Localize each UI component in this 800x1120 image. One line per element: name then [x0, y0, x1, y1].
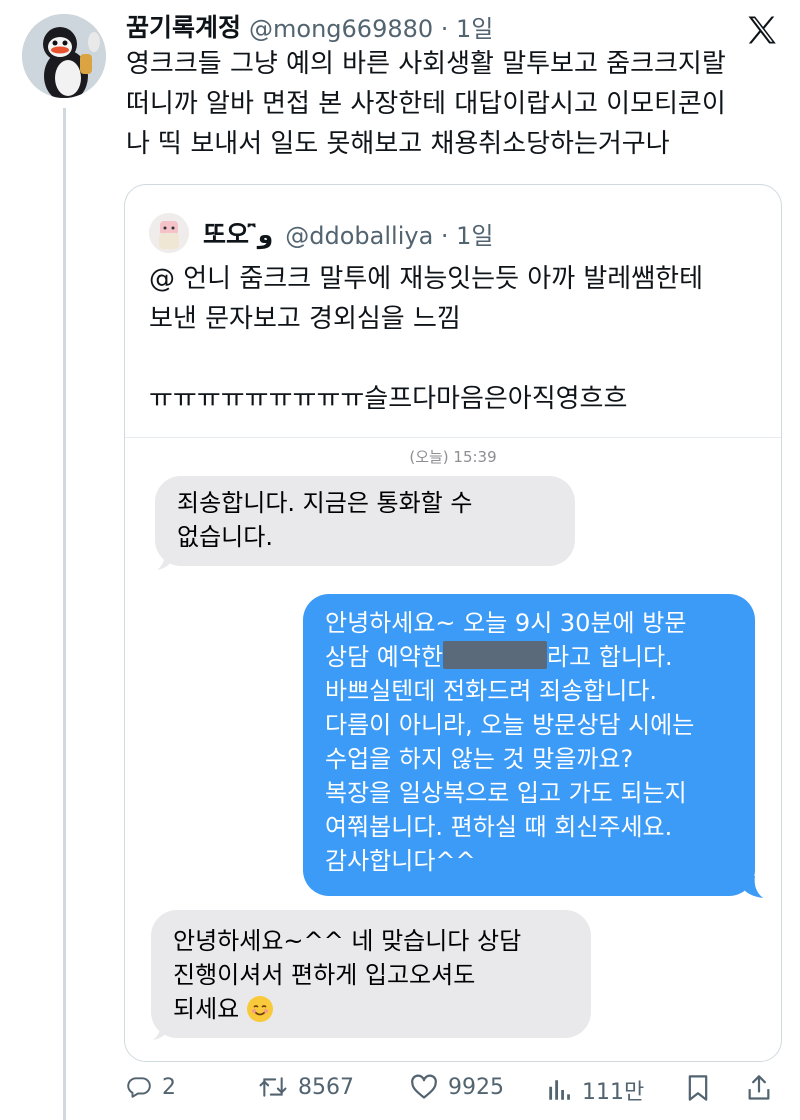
message-screenshot-image[interactable]: (오늘) 15:39 죄송합니다. 지금은 통화할 수 없습니다. 안녕하세요~… — [125, 437, 781, 1061]
retweet-button[interactable]: 8567 — [258, 1074, 354, 1100]
bookmark-icon — [688, 1075, 708, 1101]
received-message-2: 안녕하세요~^^ 네 맞습니다 상담 진행이셔서 편하게 입고오셔도 되세요 — [151, 910, 591, 1038]
quoted-author-avatar[interactable] — [149, 213, 189, 253]
x-logo-icon[interactable] — [744, 12, 780, 48]
message-timestamp: (오늘) 15:39 — [409, 448, 497, 466]
smiling-face-emoji — [246, 996, 273, 1022]
received-message-1: 죄송합니다. 지금은 통화할 수 없습니다. — [155, 476, 575, 566]
received-message-2-text: 안녕하세요~^^ 네 맞습니다 상담 진행이셔서 편하게 입고오셔도 되세요 — [173, 927, 522, 1023]
author-avatar[interactable] — [22, 14, 106, 98]
views-count: 111만 — [582, 1080, 645, 1105]
views-icon — [549, 1080, 570, 1100]
quoted-handle-time[interactable]: @ddoballiya · 1일 — [285, 216, 493, 251]
sent-message: 안녕하세요~ 오늘 9시 30분에 방문 상담 예약한 라고 합니다. 바쁘실텐데… — [303, 594, 755, 896]
like-button[interactable]: 9925 — [410, 1074, 504, 1100]
share-button[interactable] — [746, 1074, 782, 1102]
like-count: 9925 — [448, 1074, 504, 1100]
sent-message-rest: 바쁘실텐데 전화드려 죄송합니다. 다름이 아니라, 오늘 방문상담 시에는 수… — [325, 677, 695, 875]
quoted-display-name[interactable]: 또오 ̑̈و — [203, 215, 273, 251]
reply-count: 2 — [162, 1074, 176, 1100]
tweet-header: 꿈기록계정 @mong669880 · 1일 — [126, 8, 493, 44]
author-handle-time[interactable]: @mong669880 · 1일 — [249, 9, 493, 44]
like-icon — [411, 1074, 437, 1099]
penguin-avatar-image — [22, 14, 106, 98]
sent-message-line-2-start: 상담 예약한 — [325, 643, 444, 671]
retweet-count: 8567 — [298, 1074, 354, 1100]
redacted-name-block — [443, 641, 548, 669]
sent-message-line-1: 안녕하세요~ 오늘 9시 30분에 방문 — [325, 609, 687, 637]
reply-icon — [127, 1077, 151, 1098]
tweet-action-bar: 2 8567 9925 111만 — [126, 1066, 786, 1120]
author-display-name[interactable]: 꿈기록계정 — [126, 8, 241, 44]
quoted-tweet-text: @ 언니 줌크크 말투에 재능잇는듯 아까 발레쌤한테 보낸 문자보고 경외심을… — [149, 264, 703, 414]
bookmark-button[interactable] — [686, 1074, 720, 1102]
retweet-icon — [259, 1077, 287, 1097]
reply-button[interactable]: 2 — [126, 1074, 176, 1100]
toy-avatar-image — [149, 213, 189, 253]
thread-line — [63, 108, 66, 1120]
views-button[interactable]: 111만 — [546, 1074, 644, 1106]
share-icon — [748, 1075, 770, 1100]
sent-message-line-2-end: 라고 합니다. — [547, 643, 673, 671]
quoted-tweet[interactable]: 또오 ̑̈و @ddoballiya · 1일 @ 언니 줌크크 말투에 재능잇… — [124, 184, 782, 1062]
quoted-tweet-header: 또오 ̑̈و @ddoballiya · 1일 — [149, 213, 494, 253]
tweet-text: 영크크들 그냥 예의 바른 사회생활 말투보고 줌크크지랄 떠니까 알바 면접 … — [126, 49, 726, 159]
